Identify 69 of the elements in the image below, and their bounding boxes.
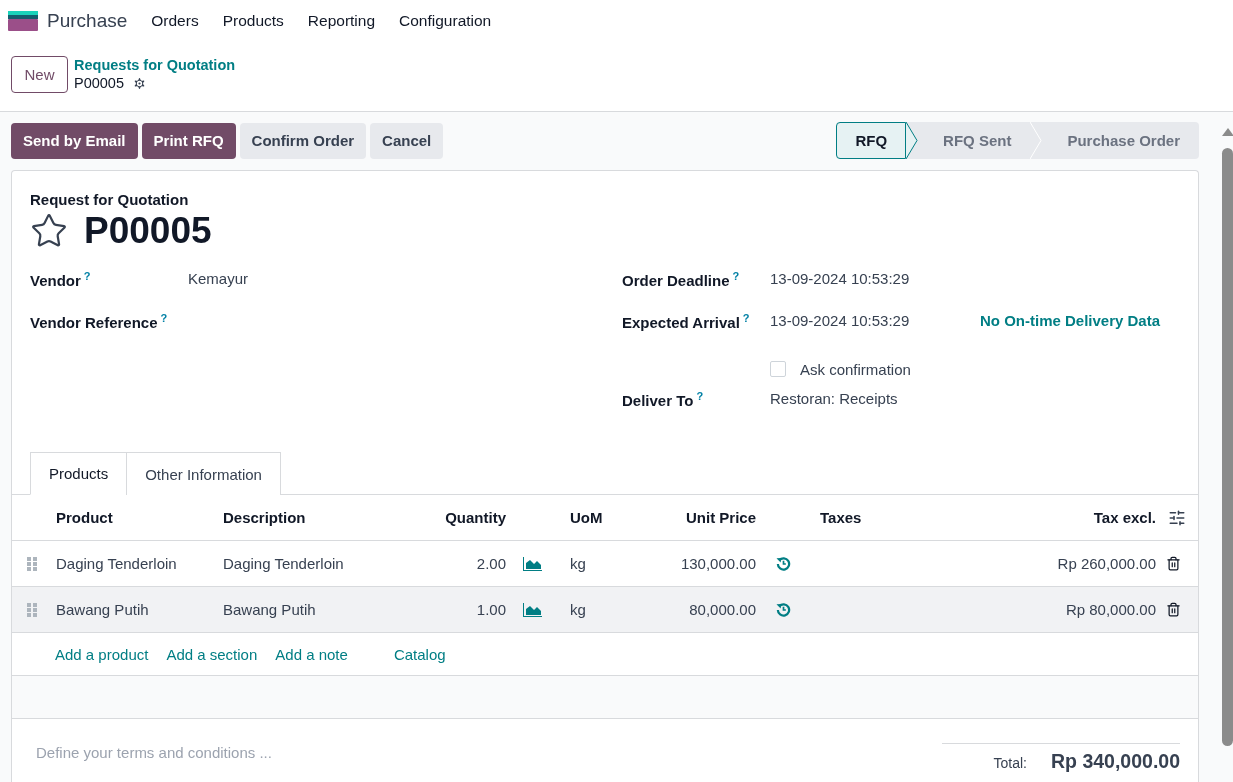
field-label: Vendor Reference $^{?}$ — [30, 312, 169, 331]
table-cell-text: Daging Tenderloin — [223, 555, 345, 572]
drag-handle-icon[interactable] — [27, 556, 37, 571]
form-subtitle: Request for Quotation — [30, 191, 190, 208]
table-cell-text: Bawang Putih — [56, 601, 150, 618]
history-icon[interactable] — [776, 602, 791, 617]
field-value[interactable]: 13-09-2024 10:53:29 — [770, 270, 980, 287]
column-header[interactable]: UoM — [561, 509, 641, 526]
terms-field[interactable]: Define your terms and conditions ... — [34, 743, 434, 762]
table-cell-text: 1.00 — [475, 601, 506, 618]
menu-item[interactable]: Configuration — [399, 12, 492, 30]
action-button[interactable]: Confirm Order — [239, 122, 367, 159]
field-label: Vendor $^{?}$ — [30, 270, 92, 289]
status-stage[interactable]: RFQ Sent — [918, 122, 1031, 159]
scroll-up-icon[interactable] — [1222, 128, 1233, 136]
add-line-link[interactable]: Add a product — [55, 645, 149, 663]
drag-handle-icon[interactable] — [27, 602, 37, 617]
column-header[interactable]: Unit Price — [641, 509, 756, 526]
column-settings-icon[interactable] — [1168, 508, 1186, 527]
tab[interactable]: Products — [30, 452, 128, 495]
table-cell-text: Rp 80,000.00 — [1064, 601, 1156, 618]
add-line-link[interactable]: Catalog — [393, 645, 446, 663]
tab[interactable]: Other Information — [126, 452, 281, 495]
breadcrumb-link[interactable]: Requests for Quotation — [74, 57, 236, 73]
settings-icon[interactable] — [132, 75, 147, 91]
menu-item[interactable]: Products — [222, 12, 284, 30]
app-logo-icon[interactable] — [8, 11, 38, 31]
area-chart-icon[interactable] — [523, 556, 542, 571]
new-button[interactable]: New — [11, 56, 68, 93]
column-header[interactable]: Description — [223, 509, 421, 526]
checkbox[interactable] — [770, 361, 786, 377]
add-line-link[interactable]: Add a section — [166, 645, 258, 663]
record-name: P00005 — [74, 75, 124, 91]
table-cell-text: kg — [569, 601, 587, 618]
field-value[interactable]: Restoran: Receipts — [770, 390, 980, 407]
table-cell-text: Bawang Putih — [223, 601, 317, 618]
column-header[interactable]: Product — [56, 509, 223, 526]
action-button[interactable]: Cancel — [370, 122, 444, 159]
field-value[interactable]: 13-09-2024 10:53:29 — [770, 312, 980, 329]
field-label: Deliver To $^{?}$ — [622, 390, 705, 409]
delete-icon[interactable] — [1166, 556, 1181, 571]
history-icon[interactable] — [776, 556, 791, 571]
column-header[interactable]: Quantity — [421, 509, 506, 526]
menu-item[interactable]: Orders — [151, 12, 199, 30]
action-button[interactable]: Print RFQ — [141, 122, 236, 159]
column-header[interactable]: Taxes — [811, 509, 901, 526]
table-cell-text: 2.00 — [475, 555, 506, 572]
record-title: P00005 — [84, 210, 212, 252]
table-row[interactable]: Bawang Putih Bawang Putih 1.00 kg 80,000.00 Rp 80,000.00 — [12, 587, 1198, 633]
total-label: Total: — [993, 755, 1027, 771]
field-label: Expected Arrival $^{?}$ — [622, 312, 751, 331]
action-button[interactable]: Send by Email — [11, 122, 138, 159]
area-chart-icon[interactable] — [523, 602, 542, 617]
field-value[interactable]: Kemayur — [188, 270, 398, 287]
table-cell-text: kg — [569, 555, 587, 572]
checkbox-label: Ask confirmation — [800, 360, 912, 378]
table-cell-text: 80,000.00 — [688, 601, 756, 618]
status-stage[interactable]: Purchase Order — [1042, 122, 1199, 159]
delivery-data-link[interactable]: No On-time Delivery Data — [980, 312, 1161, 329]
total-value: Rp 340,000.00 — [1051, 750, 1180, 773]
field-label: Order Deadline $^{?}$ — [622, 270, 741, 289]
table-cell-text: Daging Tenderloin — [56, 555, 178, 572]
delete-icon[interactable] — [1166, 602, 1181, 617]
app-name[interactable]: Purchase — [47, 10, 128, 32]
table-cell-text: Rp 260,000.00 — [1056, 555, 1156, 572]
column-header[interactable]: Tax excl. — [901, 509, 1156, 526]
menu-item[interactable]: Reporting — [307, 12, 376, 30]
table-cell-text: 130,000.00 — [679, 555, 756, 572]
add-line-link[interactable]: Add a note — [275, 645, 348, 663]
